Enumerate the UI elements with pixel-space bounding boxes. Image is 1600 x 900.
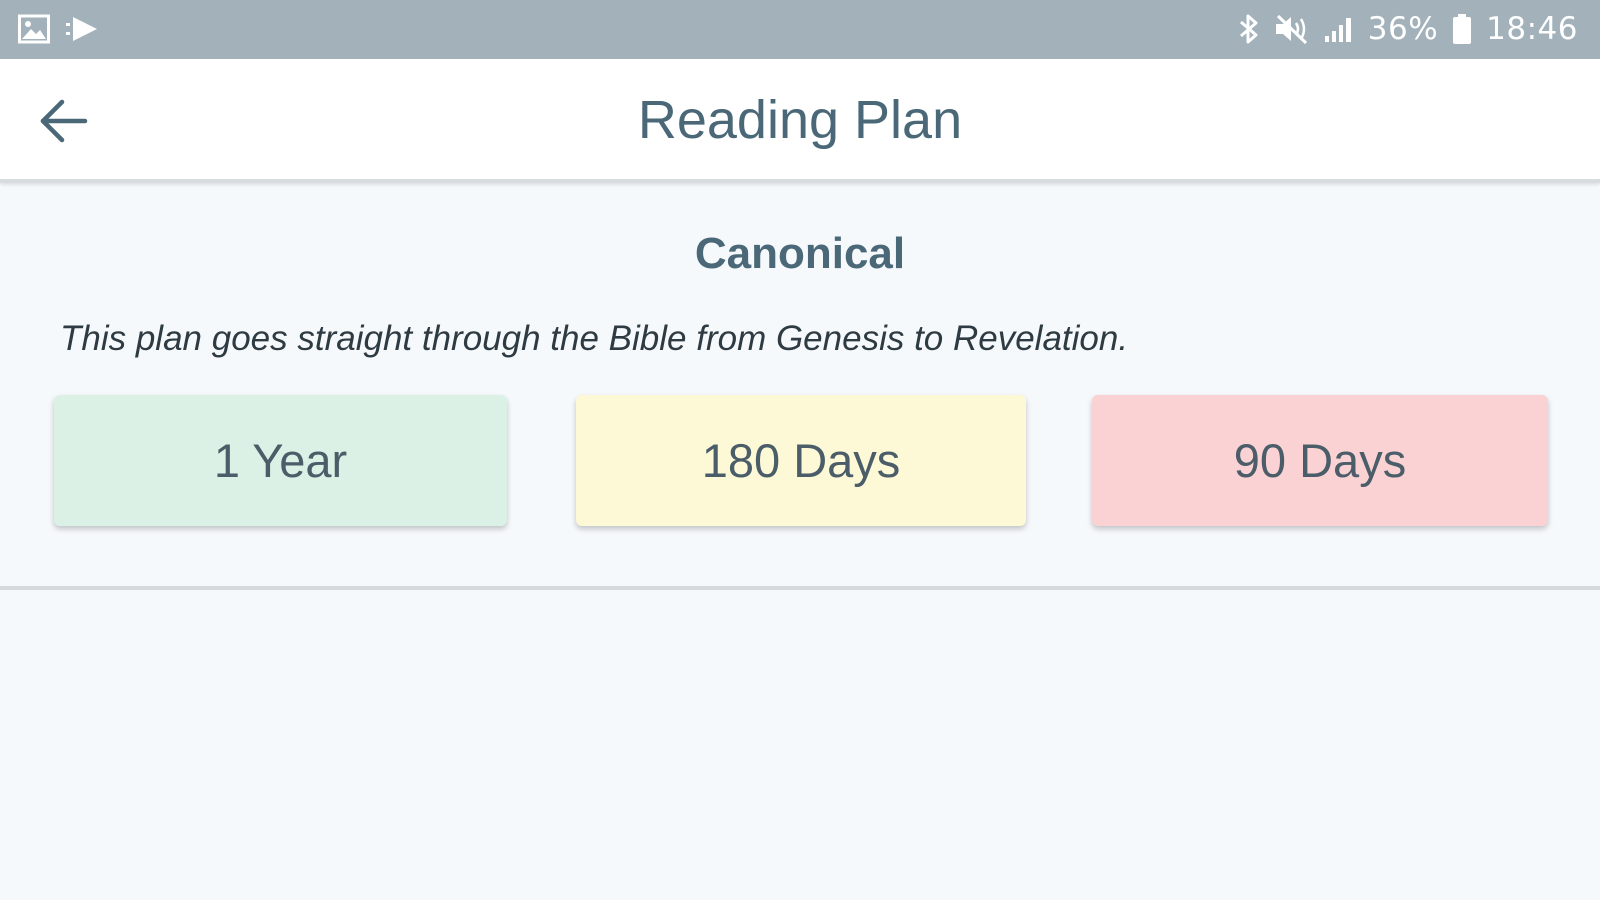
signal-icon bbox=[1324, 14, 1354, 44]
app-bar: Reading Plan bbox=[0, 59, 1600, 183]
bluetooth-icon bbox=[1238, 13, 1260, 45]
content-empty-area bbox=[0, 594, 1600, 900]
plan-description: This plan goes straight through the Bibl… bbox=[60, 319, 1129, 358]
mute-icon bbox=[1274, 13, 1310, 45]
status-time: 18:46 bbox=[1486, 11, 1578, 47]
status-bar: 36% 18:46 bbox=[0, 0, 1600, 59]
plan-card: Canonical This plan goes straight throug… bbox=[0, 187, 1600, 590]
battery-percent: 36% bbox=[1367, 11, 1439, 47]
page-title: Reading Plan bbox=[637, 90, 963, 150]
status-bar-right: 36% 18:46 bbox=[1238, 10, 1578, 48]
duration-button-1-year[interactable]: 1 Year bbox=[54, 395, 507, 526]
battery-icon bbox=[1452, 13, 1472, 45]
plan-heading: Canonical bbox=[694, 229, 906, 278]
duration-button-90-days[interactable]: 90 Days bbox=[1092, 395, 1548, 526]
status-bar-left bbox=[18, 14, 100, 44]
duration-button-180-days[interactable]: 180 Days bbox=[576, 395, 1026, 526]
play-store-icon bbox=[66, 14, 100, 44]
image-icon bbox=[18, 14, 50, 44]
